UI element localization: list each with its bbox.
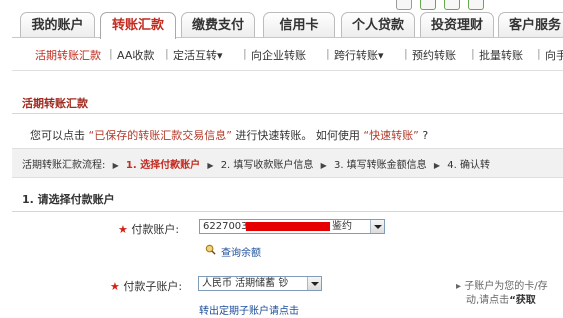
sub-account-label-text: 付款子账户: (123, 280, 183, 293)
payment-account-label: ★ 付款账户: (118, 221, 179, 237)
required-star-icon: ★ (118, 223, 128, 236)
subnav-to-enterprise[interactable]: 向企业转账 (251, 47, 306, 63)
saved-transactions-link[interactable]: “已保存的转账汇款交易信息” (89, 129, 232, 142)
toolbar-icon[interactable] (420, 0, 436, 10)
tab-payment[interactable]: 缴费支付 (181, 12, 255, 37)
tab-my-account[interactable]: 我的账户 (20, 12, 95, 37)
search-icon (205, 244, 216, 255)
flow-label: 活期转账汇款流程: (22, 160, 106, 171)
subnav-separator: | (109, 47, 113, 60)
hint-prefix: 您可以点击 (30, 129, 85, 142)
subnav-scheduled[interactable]: 预约转账 (412, 47, 456, 63)
hint-middle: 进行快速转账。 如何使用 (235, 129, 360, 142)
subnav-separator: | (326, 47, 330, 60)
subnav-divider (12, 70, 563, 71)
tab-customer-service[interactable]: 客户服务 (498, 12, 563, 37)
subnav-separator: | (243, 47, 247, 60)
toolbar-icon[interactable] (444, 0, 460, 10)
account-value-suffix: 鉴约 (332, 221, 352, 232)
tab-transfer[interactable]: 转账汇款 (100, 12, 176, 39)
payment-account-select[interactable]: 6227003 鉴约 (199, 219, 385, 234)
tab-credit-card[interactable]: 信用卡 (263, 12, 335, 37)
sub-account-select[interactable]: 人民币 活期储蓄 钞 (198, 276, 322, 291)
subnav-separator: | (537, 47, 541, 60)
flow-step-current: 1. 选择付款账户 (125, 160, 201, 171)
flow-step: 4. 确认转 (447, 160, 490, 171)
subnav-to-mobile[interactable]: 向手 (545, 47, 563, 63)
subnav-separator: | (165, 47, 169, 60)
payment-account-label-text: 付款账户: (131, 223, 180, 236)
note-line-1: ▸ 子账户为您的卡/存 (456, 281, 548, 292)
tab-personal-loan[interactable]: 个人贷款 (341, 12, 415, 37)
section-title: 活期转账汇款 (22, 97, 88, 110)
subnav-current-transfer[interactable]: 活期转账汇款 (35, 47, 101, 63)
arrow-icon: ▶ (207, 161, 214, 170)
account-number-prefix: 6227003 (203, 221, 248, 232)
sub-nav: 活期转账汇款 | AA收款 | 定活互转▾ | 向企业转账 | 跨行转账▾ | … (0, 45, 563, 63)
main-tabs: 我的账户 转账汇款 缴费支付 信用卡 个人贷款 投资理财 客户服务 (0, 12, 563, 39)
redaction-mark (246, 222, 330, 231)
step-divider (12, 211, 563, 212)
quick-transfer-help-link[interactable]: “快速转账” (363, 129, 418, 142)
subnav-fixed-current[interactable]: 定活互转▾ (173, 47, 223, 63)
chevron-down-icon[interactable] (307, 277, 321, 290)
top-toolbar-icons (396, 0, 484, 10)
tab-investment[interactable]: 投资理财 (420, 12, 494, 37)
flow-steps: 活期转账汇款流程: ▶ 1. 选择付款账户 ▶ 2. 填写收款账户信息 ▶ 3.… (22, 156, 490, 171)
step-title: 1. 请选择付款账户 (22, 193, 115, 206)
flow-step: 3. 填写转账金额信息 (333, 160, 427, 171)
sub-account-label: ★ 付款子账户: (110, 278, 182, 294)
arrow-icon: ▶ (433, 161, 441, 170)
subnav-separator: | (404, 47, 408, 60)
toolbar-icon[interactable] (468, 0, 484, 10)
note-fetch-link[interactable]: “获取 (509, 295, 536, 306)
toolbar-icon[interactable] (396, 0, 412, 10)
flow-step: 2. 填写收款账户信息 (220, 160, 314, 171)
subnav-interbank[interactable]: 跨行转账▾ (334, 47, 384, 63)
sub-account-value: 人民币 活期储蓄 钞 (202, 278, 289, 289)
arrow-icon: ▶ (320, 161, 327, 170)
required-star-icon: ★ (110, 280, 120, 293)
subnav-aa-collection[interactable]: AA收款 (117, 47, 154, 63)
note-line-2-text: 动,请点击 (466, 295, 510, 306)
arrow-icon: ▶ (112, 161, 119, 170)
quick-transfer-hint: 您可以点击 “已保存的转账汇款交易信息” 进行快速转账。 如何使用 “快速转账”… (30, 127, 428, 143)
chevron-down-icon[interactable] (370, 220, 384, 233)
note-line-2: 动,请点击“获取 (456, 294, 548, 308)
subnav-separator: | (471, 47, 475, 60)
sub-account-note: ▸ 子账户为您的卡/存 动,请点击“获取 (456, 280, 548, 308)
fixed-subaccount-link[interactable]: 转出定期子账户请点击 (199, 302, 299, 317)
section-divider (12, 113, 563, 114)
hint-suffix: ? (422, 129, 429, 142)
tab-divider (12, 37, 563, 38)
subnav-batch[interactable]: 批量转账 (479, 47, 523, 63)
query-balance-link[interactable]: 查询余额 (221, 244, 261, 259)
